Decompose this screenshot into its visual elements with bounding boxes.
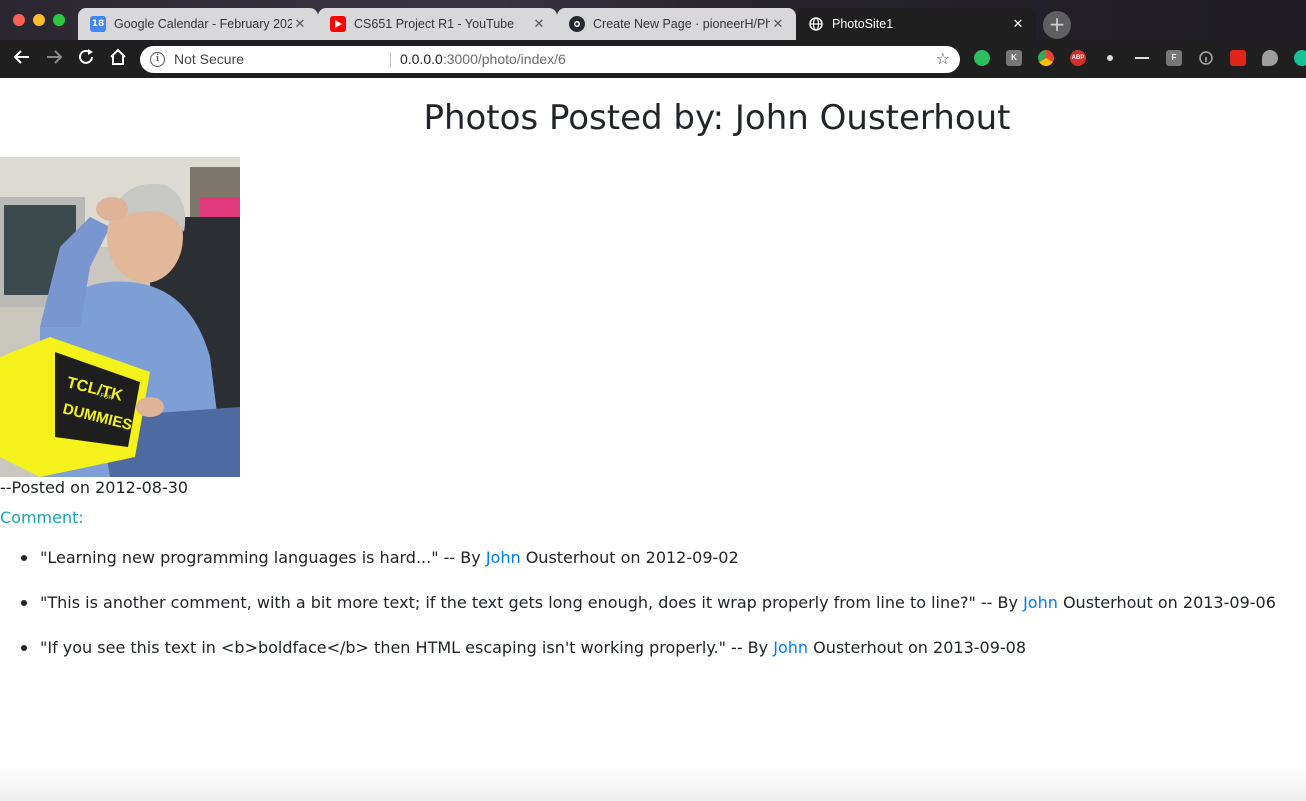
chrome-extension-icon[interactable] xyxy=(1038,50,1054,66)
calendar-icon: 18 xyxy=(90,16,106,32)
page-content: Photos Posted by: John Ousterhout TCL/TK… xyxy=(0,78,1306,801)
github-icon xyxy=(569,16,585,32)
evernote-icon[interactable] xyxy=(974,50,990,66)
list-item: "Learning new programming languages is h… xyxy=(0,548,1306,593)
comment-text: "Learning new programming languages is h… xyxy=(40,548,486,567)
tab-photosite[interactable]: PhotoSite1 ✕ xyxy=(796,8,1036,40)
tab-google-calendar[interactable]: 18 Google Calendar - February 202 ✕ xyxy=(78,8,318,40)
comment-meta: Ousterhout on 2013-09-06 xyxy=(1057,593,1276,612)
browser-toolbar: i Not Secure 0.0.0.0:3000/photo/index/6 … xyxy=(0,40,1306,78)
acrobat-icon[interactable] xyxy=(1230,50,1246,66)
forward-arrow-icon[interactable] xyxy=(42,48,66,70)
close-icon[interactable]: ✕ xyxy=(1010,17,1026,32)
record-icon[interactable] xyxy=(1102,50,1118,66)
close-icon[interactable]: ✕ xyxy=(770,17,786,32)
user-photo: TCL/TK FOR DUMMIES xyxy=(0,157,240,477)
list-item: "If you see this text in <b>boldface</b>… xyxy=(0,638,1306,683)
url-text[interactable]: 0.0.0.0:3000/photo/index/6 xyxy=(400,51,566,67)
comment-text: "This is another comment, with a bit mor… xyxy=(40,593,1024,612)
bookmark-star-icon[interactable]: ☆ xyxy=(936,49,950,68)
bullet-icon xyxy=(21,600,27,606)
bullet-icon xyxy=(21,645,27,651)
home-icon[interactable] xyxy=(106,48,130,70)
maximize-window-button[interactable] xyxy=(53,14,65,26)
adblock-plus-icon[interactable]: ABP xyxy=(1070,50,1086,66)
close-window-button[interactable] xyxy=(13,14,25,26)
comment-heading: Comment: xyxy=(0,508,84,527)
back-arrow-icon[interactable] xyxy=(10,48,34,70)
security-label: Not Secure xyxy=(174,51,245,67)
list-item: "This is another comment, with a bit mor… xyxy=(0,593,1306,638)
info-extension-icon[interactable] xyxy=(1198,50,1214,66)
youtube-icon xyxy=(330,16,346,32)
grammarly-icon[interactable] xyxy=(1294,50,1306,66)
reload-icon[interactable] xyxy=(74,48,98,70)
author-link[interactable]: John xyxy=(1023,593,1058,612)
bullet-icon xyxy=(21,555,27,561)
chat-bubble-icon[interactable] xyxy=(1262,50,1278,66)
comment-list: "Learning new programming languages is h… xyxy=(0,548,1306,683)
dots-extension-icon[interactable] xyxy=(1134,50,1150,66)
tab-title: CS651 Project R1 - YouTube xyxy=(354,17,515,31)
tab-title: Google Calendar - February 202 xyxy=(114,17,292,31)
k-extension-icon[interactable]: K xyxy=(1006,50,1022,66)
window-bottom-shadow xyxy=(0,765,1306,801)
url-host: 0.0.0.0 xyxy=(400,51,443,67)
tab-youtube[interactable]: CS651 Project R1 - YouTube ✕ xyxy=(318,8,557,40)
comment-text: "If you see this text in <b>boldface</b>… xyxy=(40,638,774,657)
info-icon[interactable]: i xyxy=(150,52,165,67)
page-title: Photos Posted by: John Ousterhout xyxy=(423,98,1011,138)
f-extension-icon[interactable]: F xyxy=(1166,50,1182,66)
new-tab-button[interactable]: + xyxy=(1043,11,1071,39)
browser-tab-bar: 18 Google Calendar - February 202 ✕ CS65… xyxy=(0,0,1306,40)
comment-meta: Ousterhout on 2013-09-08 xyxy=(808,638,1027,657)
tab-title: Create New Page · pioneerH/Pho xyxy=(593,17,770,31)
author-link[interactable]: John xyxy=(486,548,521,567)
globe-icon xyxy=(808,16,824,32)
tab-title: PhotoSite1 xyxy=(832,17,894,31)
url-path: :3000/photo/index/6 xyxy=(442,51,566,67)
posted-date: --Posted on 2012-08-30 xyxy=(0,478,189,497)
close-icon[interactable]: ✕ xyxy=(531,17,547,32)
minimize-window-button[interactable] xyxy=(33,14,45,26)
close-icon[interactable]: ✕ xyxy=(292,17,308,32)
author-link[interactable]: John xyxy=(773,638,808,657)
address-divider xyxy=(390,53,391,67)
tab-github[interactable]: Create New Page · pioneerH/Pho ✕ xyxy=(557,8,796,40)
address-bar[interactable]: i Not Secure 0.0.0.0:3000/photo/index/6 … xyxy=(140,46,960,73)
comment-meta: Ousterhout on 2012-09-02 xyxy=(520,548,739,567)
